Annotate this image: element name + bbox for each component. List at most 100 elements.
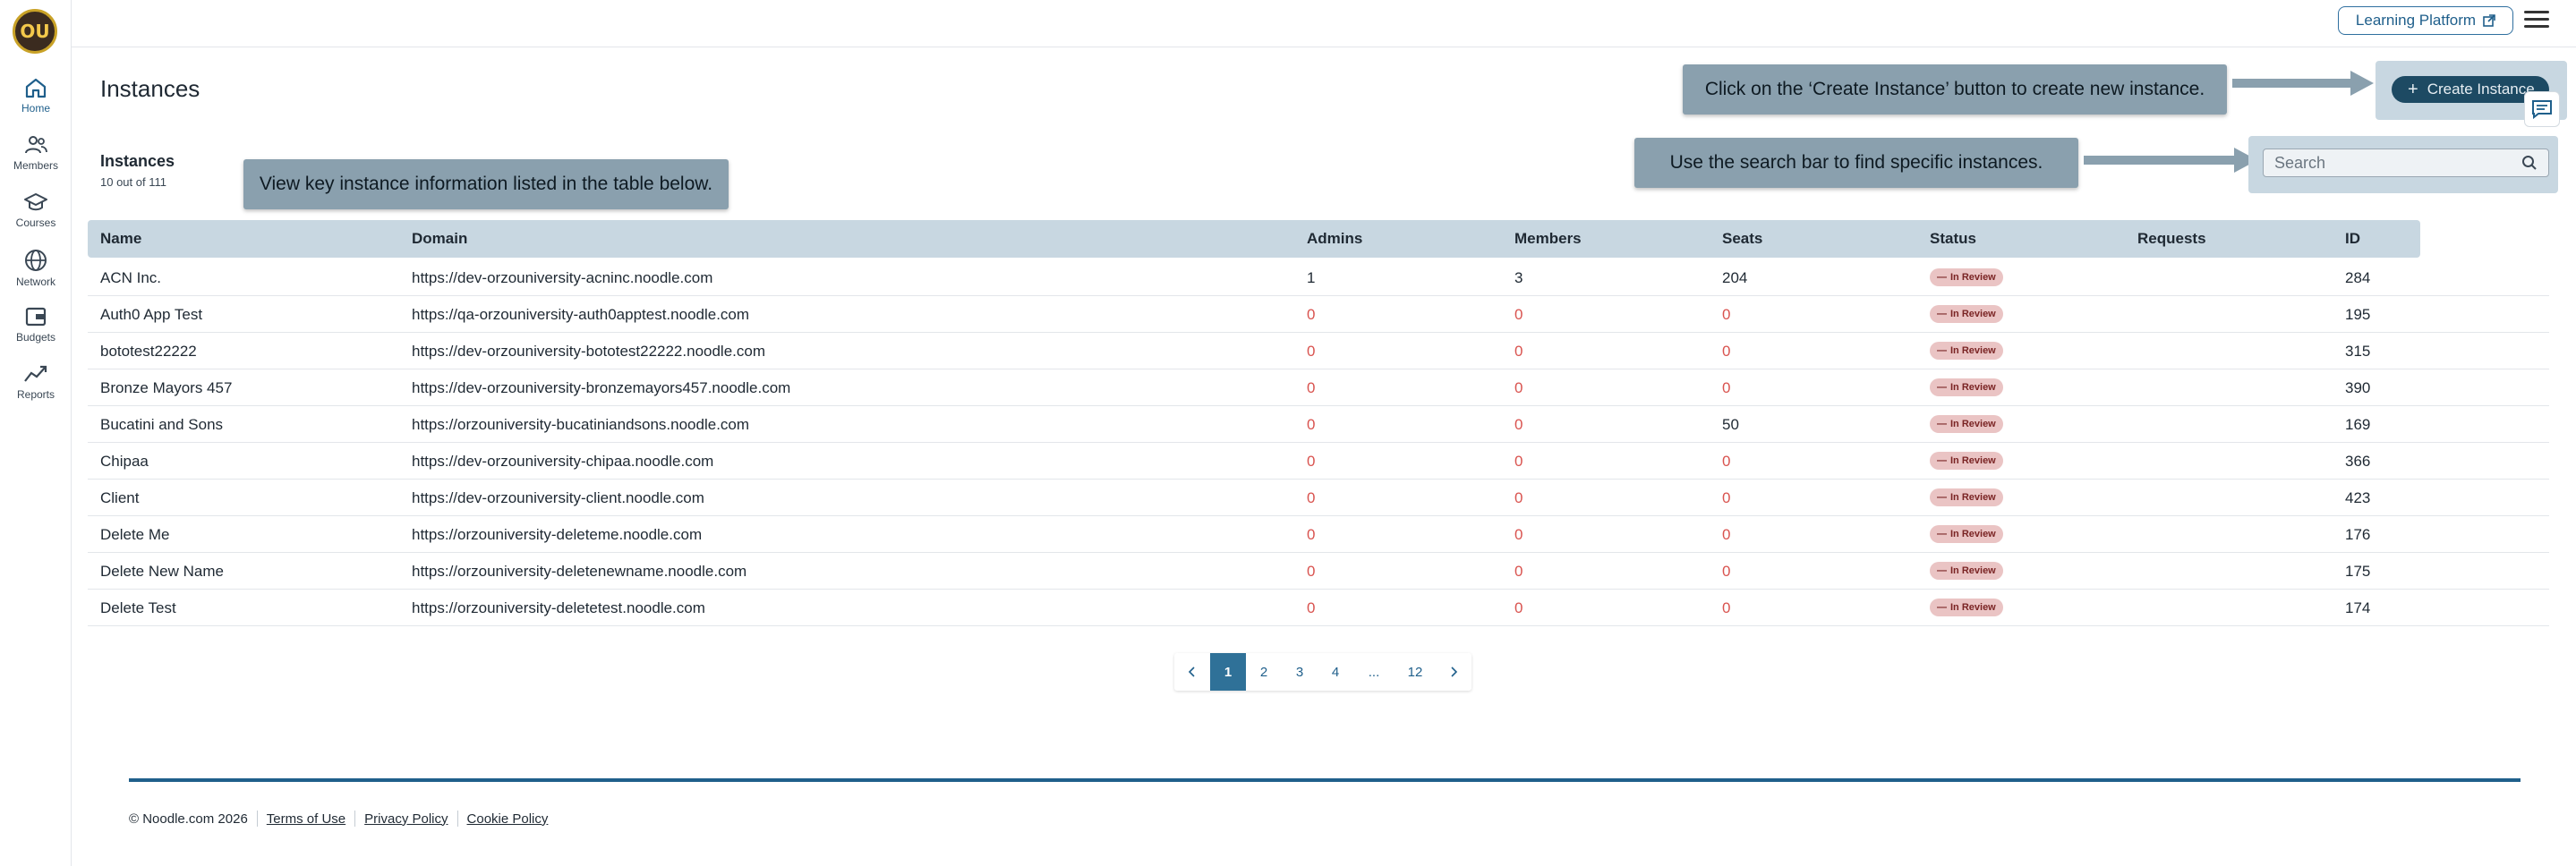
sidebar-item-network[interactable]: Network (0, 249, 72, 288)
cell-admins: 0 (1307, 306, 1316, 323)
cell-name: Delete Me (100, 526, 170, 543)
status-badge: — In Review (1930, 599, 2003, 616)
learning-platform-label: Learning Platform (2355, 12, 2477, 29)
column-header-requests[interactable]: Requests (2137, 220, 2206, 258)
table-row[interactable]: bototest22222 https://dev-orzouniversity-… (88, 333, 2549, 369)
status-badge: — In Review (1930, 415, 2003, 433)
cell-seats: 204 (1722, 269, 1748, 286)
privacy-link[interactable]: Privacy Policy (364, 811, 448, 827)
cell-name: Bucatini and Sons (100, 416, 224, 433)
table-header: Name Domain Admins Members Seats Status … (88, 220, 2420, 258)
cell-name: Chipaa (100, 453, 149, 470)
status-badge: — In Review (1930, 452, 2003, 470)
cell-seats: 0 (1722, 526, 1731, 543)
page-button[interactable]: 1 (1210, 653, 1246, 691)
column-header-status[interactable]: Status (1930, 220, 1976, 258)
cell-seats: 0 (1722, 453, 1731, 470)
prev-page-icon[interactable] (1174, 653, 1210, 691)
table-row[interactable]: Bucatini and Sons https://orzouniversity-… (88, 406, 2549, 443)
sidebar-item-label: Courses (15, 216, 56, 229)
cell-id: 175 (2345, 563, 2371, 580)
column-header-id[interactable]: ID (2345, 220, 2360, 258)
footer-separator (256, 811, 258, 827)
create-instance-label: Create Instance (2427, 81, 2535, 98)
cell-domain: https://dev-orzouniversity-acninc.noodle… (412, 269, 713, 286)
cell-id: 315 (2345, 343, 2371, 360)
cell-admins: 0 (1307, 416, 1316, 433)
globe-icon (25, 250, 47, 271)
table-row[interactable]: Auth0 App Test https://qa-orzouniversity-… (88, 296, 2549, 333)
status-text: In Review (1950, 492, 1996, 503)
sidebar-item-reports[interactable]: Reports (0, 363, 72, 401)
cell-id: 174 (2345, 599, 2371, 616)
cell-members: 0 (1514, 599, 1523, 616)
table-row[interactable]: ACN Inc. https://dev-orzouniversity-acnin… (88, 259, 2549, 296)
column-header-admins[interactable]: Admins (1307, 220, 1362, 258)
sidebar-item-home[interactable]: Home (0, 77, 72, 115)
page-ellipsis: ... (1368, 664, 1380, 680)
cell-domain: https://orzouniversity-bucatiniandsons.n… (412, 416, 750, 433)
chat-icon[interactable] (2524, 91, 2560, 127)
cookie-link[interactable]: Cookie Policy (467, 811, 549, 827)
table-row[interactable]: Client https://dev-orzouniversity-client.… (88, 480, 2549, 516)
cell-name: Delete New Name (100, 563, 224, 580)
home-icon (25, 78, 47, 98)
learning-platform-button[interactable]: Learning Platform (2338, 6, 2513, 35)
footer: © Noodle.com 2026 Terms of Use Privacy P… (129, 811, 548, 827)
dash-icon: — (1937, 492, 1947, 503)
cell-admins: 0 (1307, 453, 1316, 470)
column-header-members[interactable]: Members (1514, 220, 1582, 258)
column-header-domain[interactable]: Domain (412, 220, 467, 258)
sidebar-item-courses[interactable]: Courses (0, 191, 72, 229)
dash-icon: — (1937, 382, 1947, 393)
search-input[interactable] (2274, 153, 2507, 173)
wallet-icon (25, 307, 47, 327)
footer-divider (129, 778, 2521, 782)
status-text: In Review (1950, 345, 1996, 356)
page-button[interactable]: 3 (1282, 653, 1318, 691)
status-text: In Review (1950, 602, 1996, 613)
cell-admins: 0 (1307, 379, 1316, 396)
cell-domain: https://orzouniversity-deletenewname.noo… (412, 563, 747, 580)
column-header-name[interactable]: Name (100, 220, 141, 258)
page-button[interactable]: 12 (1395, 653, 1436, 691)
cell-members: 0 (1514, 563, 1523, 580)
search-callout: Use the search bar to find specific inst… (1634, 138, 2078, 188)
cell-seats: 0 (1722, 599, 1731, 616)
table-row[interactable]: Bronze Mayors 457 https://dev-orzounivers… (88, 369, 2549, 406)
cell-members: 3 (1514, 269, 1523, 286)
status-text: In Review (1950, 455, 1996, 466)
logo-text: OU (20, 21, 50, 42)
cell-seats: 0 (1722, 343, 1731, 360)
column-header-seats[interactable]: Seats (1722, 220, 1762, 258)
dash-icon: — (1937, 602, 1947, 613)
status-badge: — In Review (1930, 525, 2003, 543)
status-text: In Review (1950, 419, 1996, 429)
cell-members: 0 (1514, 306, 1523, 323)
page-button[interactable]: 2 (1246, 653, 1282, 691)
next-page-icon[interactable] (1436, 653, 1471, 691)
cell-domain: https://dev-orzouniversity-client.noodle… (412, 489, 704, 506)
table-row[interactable]: Delete Test https://orzouniversity-delete… (88, 590, 2549, 626)
sidebar-item-budgets[interactable]: Budgets (0, 306, 72, 344)
cell-members: 0 (1514, 416, 1523, 433)
dash-icon: — (1937, 309, 1947, 319)
cell-seats: 0 (1722, 306, 1731, 323)
section-title: Instances (100, 152, 175, 170)
cell-id: 423 (2345, 489, 2371, 506)
cell-members: 0 (1514, 343, 1523, 360)
page-button[interactable]: 4 (1318, 653, 1353, 691)
table-row[interactable]: Delete New Name https://orzouniversity-de… (88, 553, 2549, 590)
menu-icon[interactable] (2524, 11, 2549, 30)
table-row[interactable]: Chipaa https://dev-orzouniversity-chipaa.… (88, 443, 2549, 480)
cell-id: 169 (2345, 416, 2371, 433)
sidebar: OU Home Members Courses Network Budgets … (0, 0, 72, 866)
terms-link[interactable]: Terms of Use (267, 811, 345, 827)
sidebar-item-members[interactable]: Members (0, 134, 72, 172)
logo[interactable]: OU (13, 9, 57, 54)
cell-domain: https://qa-orzouniversity-auth0apptest.n… (412, 306, 750, 323)
table-row[interactable]: Delete Me https://orzouniversity-deleteme… (88, 516, 2549, 553)
members-icon (25, 136, 47, 154)
search-icon[interactable] (2521, 155, 2538, 171)
cell-name: bototest22222 (100, 343, 197, 360)
